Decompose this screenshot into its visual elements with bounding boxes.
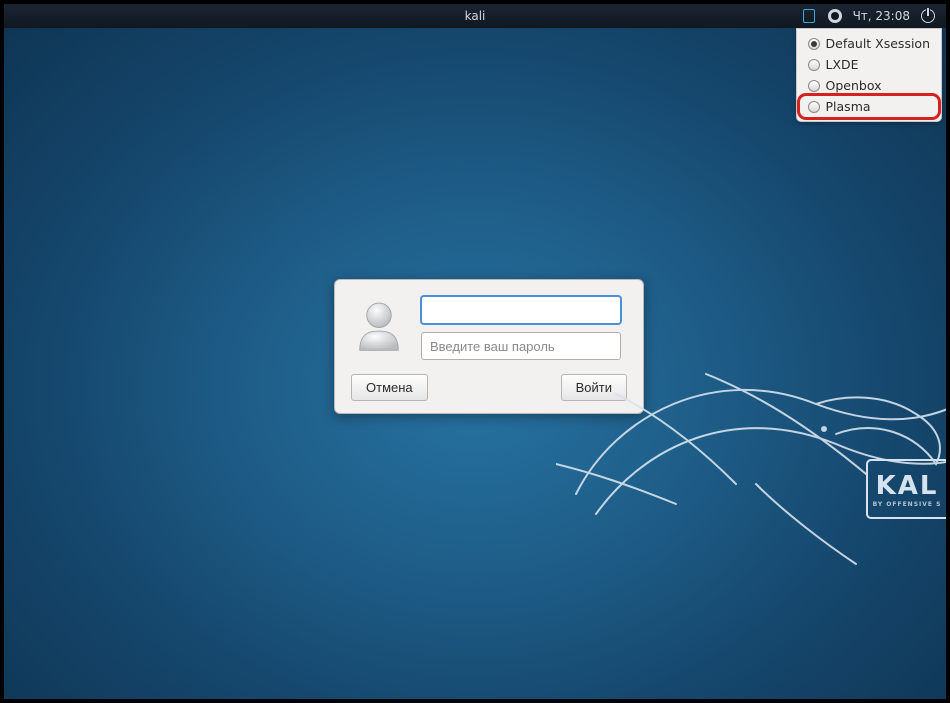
accessibility-icon: [828, 9, 842, 23]
password-input[interactable]: [421, 332, 621, 360]
hostname-label: kali: [465, 9, 486, 23]
desktop-background: kali Чт, 23:08 Default Xsession LXDE Openb…: [4, 4, 946, 699]
panel-right-group: Чт, 23:08: [801, 8, 946, 24]
username-input[interactable]: [421, 296, 621, 324]
radio-icon: [808, 80, 820, 92]
accessibility-button[interactable]: [827, 8, 843, 24]
badge-text: KAL: [876, 471, 939, 501]
radio-icon: [808, 59, 820, 71]
cancel-button[interactable]: Отмена: [351, 374, 428, 401]
session-selector-button[interactable]: [801, 8, 817, 24]
document-icon: [803, 9, 815, 23]
power-icon: [921, 9, 935, 23]
radio-icon: [808, 38, 820, 50]
radio-icon: [808, 101, 820, 113]
session-item-label: Openbox: [826, 78, 882, 93]
user-icon: [351, 296, 407, 352]
badge-subtext: BY OFFENSIVE S: [873, 501, 942, 508]
session-item-lxde[interactable]: LXDE: [800, 54, 938, 75]
power-button[interactable]: [920, 8, 936, 24]
session-menu[interactable]: Default Xsession LXDE Openbox Plasma: [796, 28, 942, 122]
session-item-label: Plasma: [826, 99, 871, 114]
login-button[interactable]: Войти: [561, 374, 627, 401]
session-item-label: LXDE: [826, 57, 859, 72]
session-item-default-xsession[interactable]: Default Xsession: [800, 33, 938, 54]
session-item-openbox[interactable]: Openbox: [800, 75, 938, 96]
top-panel: kali Чт, 23:08: [4, 4, 946, 28]
login-card: Отмена Войти: [334, 279, 644, 414]
clock-label: Чт, 23:08: [853, 9, 910, 23]
avatar: [351, 296, 407, 352]
session-item-label: Default Xsession: [826, 36, 930, 51]
wallpaper-kali-badge: KAL BY OFFENSIVE S: [866, 459, 946, 519]
session-item-plasma[interactable]: Plasma: [800, 96, 938, 117]
